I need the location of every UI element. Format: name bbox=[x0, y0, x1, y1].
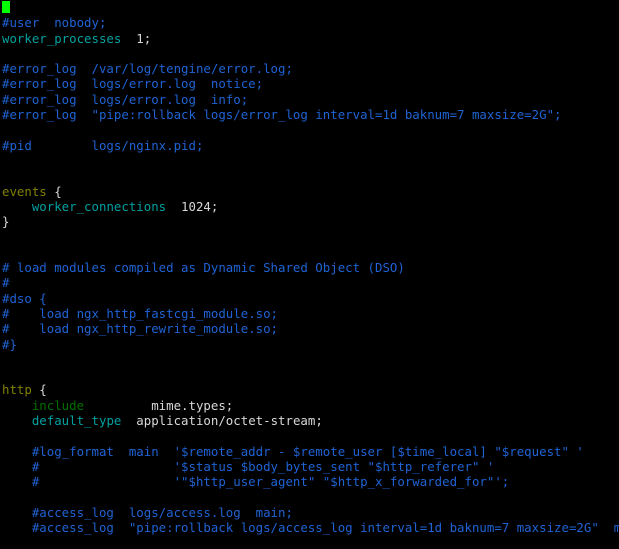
code-line: #user nobody; bbox=[0, 15, 619, 30]
code-line: # load ngx_http_rewrite_module.so; bbox=[0, 321, 619, 336]
code-line bbox=[0, 0, 619, 15]
code-line bbox=[0, 535, 619, 549]
code-line: #error_log logs/error.log notice; bbox=[0, 76, 619, 91]
editor-text-area[interactable]: #user nobody;worker_processes 1; #error_… bbox=[0, 0, 619, 549]
code-line: #error_log "pipe:rollback logs/error_log… bbox=[0, 107, 619, 122]
code-line: worker_processes 1; bbox=[0, 31, 619, 46]
code-token-plain: 1; bbox=[121, 31, 151, 46]
code-line: # '"$http_user_agent" "$http_x_forwarded… bbox=[0, 474, 619, 489]
code-line bbox=[0, 245, 619, 260]
code-line: #pid logs/nginx.pid; bbox=[0, 138, 619, 153]
code-token-include: include bbox=[32, 398, 84, 413]
code-token-comment: # load modules compiled as Dynamic Share… bbox=[2, 260, 405, 275]
code-token-plain: mime.types; bbox=[84, 398, 233, 413]
code-line bbox=[0, 352, 619, 367]
code-line: } bbox=[0, 214, 619, 229]
code-line: worker_connections 1024; bbox=[0, 199, 619, 214]
code-line bbox=[0, 229, 619, 244]
code-token-comment: #log_format main '$remote_addr - $remote… bbox=[2, 444, 584, 459]
code-line bbox=[0, 46, 619, 61]
code-token-directive: worker_connections bbox=[32, 199, 166, 214]
code-token-comment: # bbox=[2, 275, 9, 290]
code-token-directive: worker_processes bbox=[2, 31, 121, 46]
code-line: #error_log /var/log/tengine/error.log; bbox=[0, 61, 619, 76]
code-token-brace: { bbox=[32, 382, 47, 397]
code-line: # load ngx_http_fastcgi_module.so; bbox=[0, 306, 619, 321]
code-line: #error_log logs/error.log info; bbox=[0, 92, 619, 107]
code-token-comment: # load ngx_http_fastcgi_module.so; bbox=[2, 306, 278, 321]
code-token-comment: #pid logs/nginx.pid; bbox=[2, 138, 203, 153]
code-line: default_type application/octet-stream; bbox=[0, 413, 619, 428]
code-token-comment: #error_log logs/error.log info; bbox=[2, 92, 248, 107]
code-token-comment: #access_log logs/access.log main; bbox=[2, 505, 293, 520]
code-token-brace: } bbox=[2, 214, 9, 229]
code-line: events { bbox=[0, 184, 619, 199]
code-token-plain bbox=[2, 398, 32, 413]
code-line: # load modules compiled as Dynamic Share… bbox=[0, 260, 619, 275]
code-token-directive: default_type bbox=[32, 413, 122, 428]
code-line bbox=[0, 367, 619, 382]
text-cursor bbox=[2, 1, 10, 13]
code-token-comment: #} bbox=[2, 337, 17, 352]
code-line bbox=[0, 168, 619, 183]
code-token-block: events bbox=[2, 184, 47, 199]
code-token-comment: #access_log "pipe:rollback logs/access_l… bbox=[2, 520, 619, 535]
code-line: include mime.types; bbox=[0, 398, 619, 413]
code-line: http { bbox=[0, 382, 619, 397]
code-line: #} bbox=[0, 337, 619, 352]
code-token-comment: #user nobody; bbox=[2, 15, 106, 30]
code-line bbox=[0, 153, 619, 168]
terminal-window[interactable]: #user nobody;worker_processes 1; #error_… bbox=[0, 0, 619, 549]
code-line: # '$status $body_bytes_sent "$http_refer… bbox=[0, 459, 619, 474]
code-token-comment: #dso { bbox=[2, 291, 47, 306]
code-token-comment: # '"$http_user_agent" "$http_x_forwarded… bbox=[2, 474, 509, 489]
code-token-comment: #error_log logs/error.log notice; bbox=[2, 76, 263, 91]
code-token-comment: # load ngx_http_rewrite_module.so; bbox=[2, 321, 278, 336]
code-line bbox=[0, 428, 619, 443]
code-token-comment: # '$status $body_bytes_sent "$http_refer… bbox=[2, 459, 494, 474]
code-line: #dso { bbox=[0, 291, 619, 306]
code-token-brace: { bbox=[47, 184, 62, 199]
code-line: # bbox=[0, 275, 619, 290]
code-token-plain: 1024; bbox=[166, 199, 218, 214]
code-line: #access_log logs/access.log main; bbox=[0, 505, 619, 520]
code-token-comment: #error_log "pipe:rollback logs/error_log… bbox=[2, 107, 562, 122]
code-line bbox=[0, 122, 619, 137]
code-line bbox=[0, 490, 619, 505]
code-line: #log_format main '$remote_addr - $remote… bbox=[0, 444, 619, 459]
code-token-block: http bbox=[2, 382, 32, 397]
code-token-plain bbox=[2, 199, 32, 214]
code-token-plain: application/octet-stream; bbox=[121, 413, 322, 428]
code-token-comment: #error_log /var/log/tengine/error.log; bbox=[2, 61, 293, 76]
code-line: #access_log "pipe:rollback logs/access_l… bbox=[0, 520, 619, 535]
code-token-plain bbox=[2, 413, 32, 428]
